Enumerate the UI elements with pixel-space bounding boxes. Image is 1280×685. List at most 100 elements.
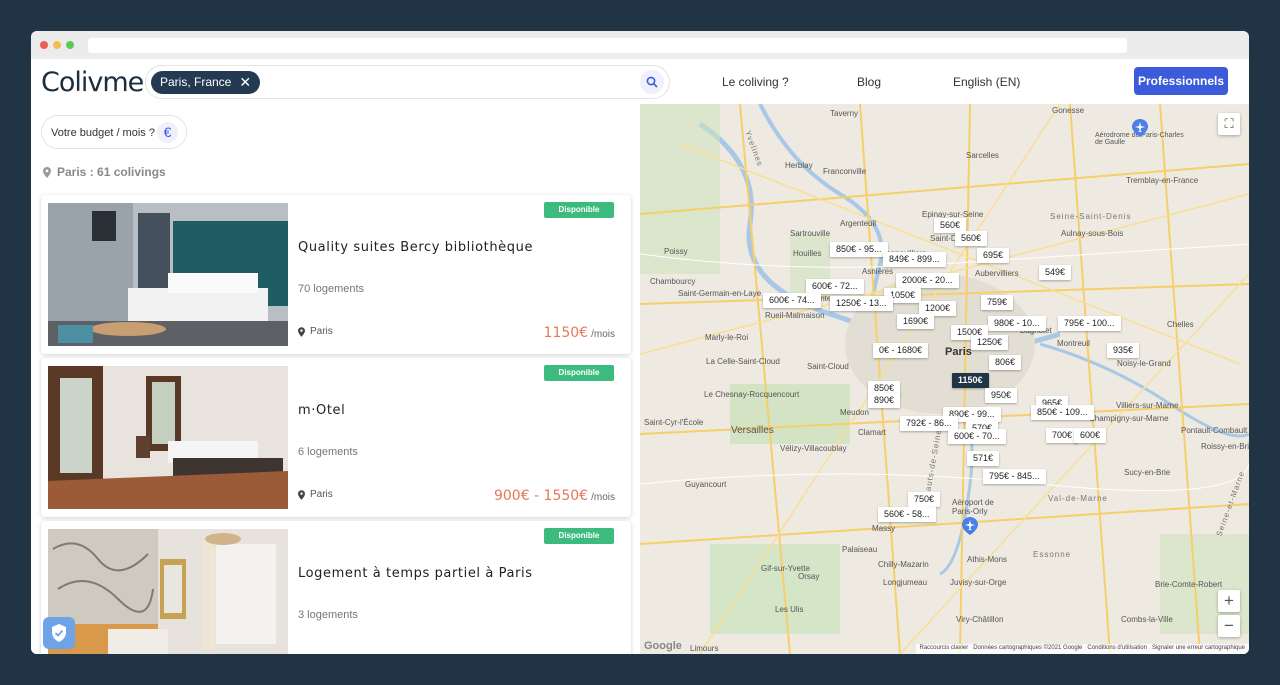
location-pin-icon	[298, 489, 305, 500]
price-pin[interactable]: 600€ - 74...	[763, 293, 821, 308]
price-pin[interactable]: 695€	[977, 248, 1010, 263]
report-error-link[interactable]: Signaler une erreur cartographique	[1152, 645, 1245, 651]
price-pin[interactable]: 0€ - 1680€	[873, 343, 929, 358]
listing-units: 6 logements	[298, 446, 358, 458]
privacy-shield-icon[interactable]	[43, 617, 75, 649]
zoom-in-button[interactable]: +	[1218, 590, 1240, 612]
listing-location: Paris	[298, 326, 333, 337]
map-place: Marly-le-Roi	[705, 333, 749, 342]
listings-panel: Votre budget / mois ? € Paris : 61 coliv…	[31, 104, 640, 654]
remove-chip-icon[interactable]: ✕	[239, 71, 251, 94]
listing-title[interactable]: Quality suites Bercy bibliothèque	[298, 240, 533, 255]
price-pin[interactable]: 560€	[955, 231, 988, 246]
price-pin[interactable]: 759€	[981, 295, 1014, 310]
location-search[interactable]: Paris, France ✕	[145, 65, 670, 99]
professionnels-button[interactable]: Professionnels	[1134, 67, 1228, 95]
map-place: Essonne	[1033, 550, 1072, 559]
map-place: Orsay	[798, 572, 820, 581]
map-place: Poissy	[664, 247, 688, 256]
price-value: 1150€	[543, 325, 589, 341]
price-pin[interactable]: 750€	[908, 492, 941, 507]
price-pin[interactable]: 795€ - 845...	[983, 469, 1046, 484]
listing-location-label: Paris	[310, 326, 333, 337]
price-pin[interactable]: 600€ - 72...	[806, 279, 864, 294]
maximize-window-icon[interactable]	[66, 41, 74, 49]
map-place: Saint-Cyr-l'École	[644, 418, 704, 427]
map-place: Saint-Germain-en-Laye	[678, 289, 762, 298]
map-place: Guyancourt	[685, 480, 727, 489]
minimize-window-icon[interactable]	[53, 41, 61, 49]
map-place: Asnières	[862, 267, 894, 276]
listing-price: 900€ - 1550€/mois	[494, 488, 615, 504]
price-pin[interactable]: 600€ - 70...	[948, 429, 1006, 444]
map-place: Vélizy-Villacoublay	[780, 444, 847, 453]
map-place: Gonesse	[1052, 106, 1085, 115]
listing-title[interactable]: Logement à temps partiel à Paris	[298, 566, 533, 581]
map-place: Noisy-le-Grand	[1117, 359, 1171, 368]
price-pin[interactable]: 806€	[989, 355, 1022, 370]
language-selector[interactable]: English (EN)	[953, 75, 1020, 89]
price-pin[interactable]: 560€ - 58...	[878, 507, 936, 522]
price-pin[interactable]: 850€ - 109...	[1031, 405, 1094, 420]
price-pin[interactable]: 2000€ - 20...	[896, 273, 959, 288]
price-pin[interactable]: 850€ - 95...	[830, 242, 888, 257]
map-place: Versailles	[731, 425, 774, 436]
fullscreen-icon[interactable]: ⛶	[1218, 113, 1240, 135]
price-pin[interactable]: 1250€ - 13...	[830, 296, 893, 311]
price-pin[interactable]: 890€	[868, 393, 901, 408]
map-place: Argenteuil	[840, 219, 877, 228]
price-pin[interactable]: 950€	[985, 388, 1018, 403]
map-background	[640, 104, 1249, 654]
address-bar[interactable]	[88, 38, 1127, 53]
map-place: Aéroport de Paris-Orly	[952, 498, 994, 516]
map-place: Houilles	[793, 249, 822, 258]
price-pin-active[interactable]: 1150€	[952, 373, 989, 388]
status-badge: Disponible	[544, 202, 614, 218]
price-pin[interactable]: 600€	[1074, 428, 1107, 443]
map-place: Roissy-en-Brie	[1201, 442, 1249, 451]
listing-units: 70 logements	[298, 283, 365, 295]
site-header: Colivme Paris, France ✕ Le coliving ? Bl…	[31, 59, 1249, 104]
listing-title[interactable]: m·Otel	[298, 403, 345, 418]
nav-le-coliving[interactable]: Le coliving ?	[722, 75, 789, 89]
google-logo: Google	[644, 640, 682, 652]
nav-blog[interactable]: Blog	[857, 75, 881, 89]
map-place: Aulnay-sous-Bois	[1061, 229, 1124, 238]
location-pin-icon	[43, 166, 51, 178]
listing-card[interactable]: Disponible Logement à temps partiel à Pa…	[41, 521, 631, 654]
listing-photo[interactable]	[48, 529, 288, 654]
budget-label: Votre budget / mois ?	[51, 127, 155, 139]
map-place: Athis-Mons	[967, 555, 1008, 564]
search-icon[interactable]	[640, 70, 664, 94]
logo[interactable]: Colivme	[41, 67, 144, 98]
price-pin[interactable]: 849€ - 899...	[883, 252, 946, 267]
budget-filter[interactable]: Votre budget / mois ? €	[41, 115, 187, 149]
map-place: Taverny	[830, 109, 859, 118]
price-pin[interactable]: 795€ - 100...	[1058, 316, 1121, 331]
keyboard-shortcuts-link[interactable]: Raccourcis clavier	[920, 645, 969, 651]
price-pin[interactable]: 980€ - 10...	[988, 316, 1046, 331]
browser-chrome	[31, 31, 1249, 59]
price-pin[interactable]: 571€	[967, 451, 1000, 466]
close-window-icon[interactable]	[40, 41, 48, 49]
listing-card[interactable]: Disponible Quality suites Bercy biblioth…	[41, 195, 631, 354]
price-pin[interactable]: 1250€	[971, 335, 1009, 350]
zoom-out-button[interactable]: −	[1218, 615, 1240, 637]
airport-icon	[1132, 119, 1148, 137]
location-chip[interactable]: Paris, France ✕	[151, 71, 261, 94]
map-place: Saint-Cloud	[807, 362, 849, 371]
map-place: Aubervilliers	[975, 269, 1019, 278]
map-place: Seine-Saint-Denis	[1050, 212, 1132, 221]
listing-card[interactable]: Disponible m·Otel 6 logements Paris 900€…	[41, 358, 631, 517]
map-place: Viry-Châtillon	[956, 615, 1004, 624]
terms-link[interactable]: Conditions d'utilisation	[1087, 645, 1147, 651]
map-place: Le Chesnay-Rocquencourt	[704, 390, 800, 399]
price-pin[interactable]: 935€	[1107, 343, 1140, 358]
map-view[interactable]: Gonesse Sarcelles Taverny Argenteuil Epi…	[640, 104, 1249, 654]
map-attribution: Raccourcis clavier Données cartographiqu…	[915, 644, 1249, 654]
map-place: Paris	[945, 346, 972, 358]
listing-photo[interactable]	[48, 366, 288, 509]
listing-photo[interactable]	[48, 203, 288, 346]
price-pin[interactable]: 549€	[1039, 265, 1072, 280]
price-pin[interactable]: 1690€	[897, 314, 935, 329]
